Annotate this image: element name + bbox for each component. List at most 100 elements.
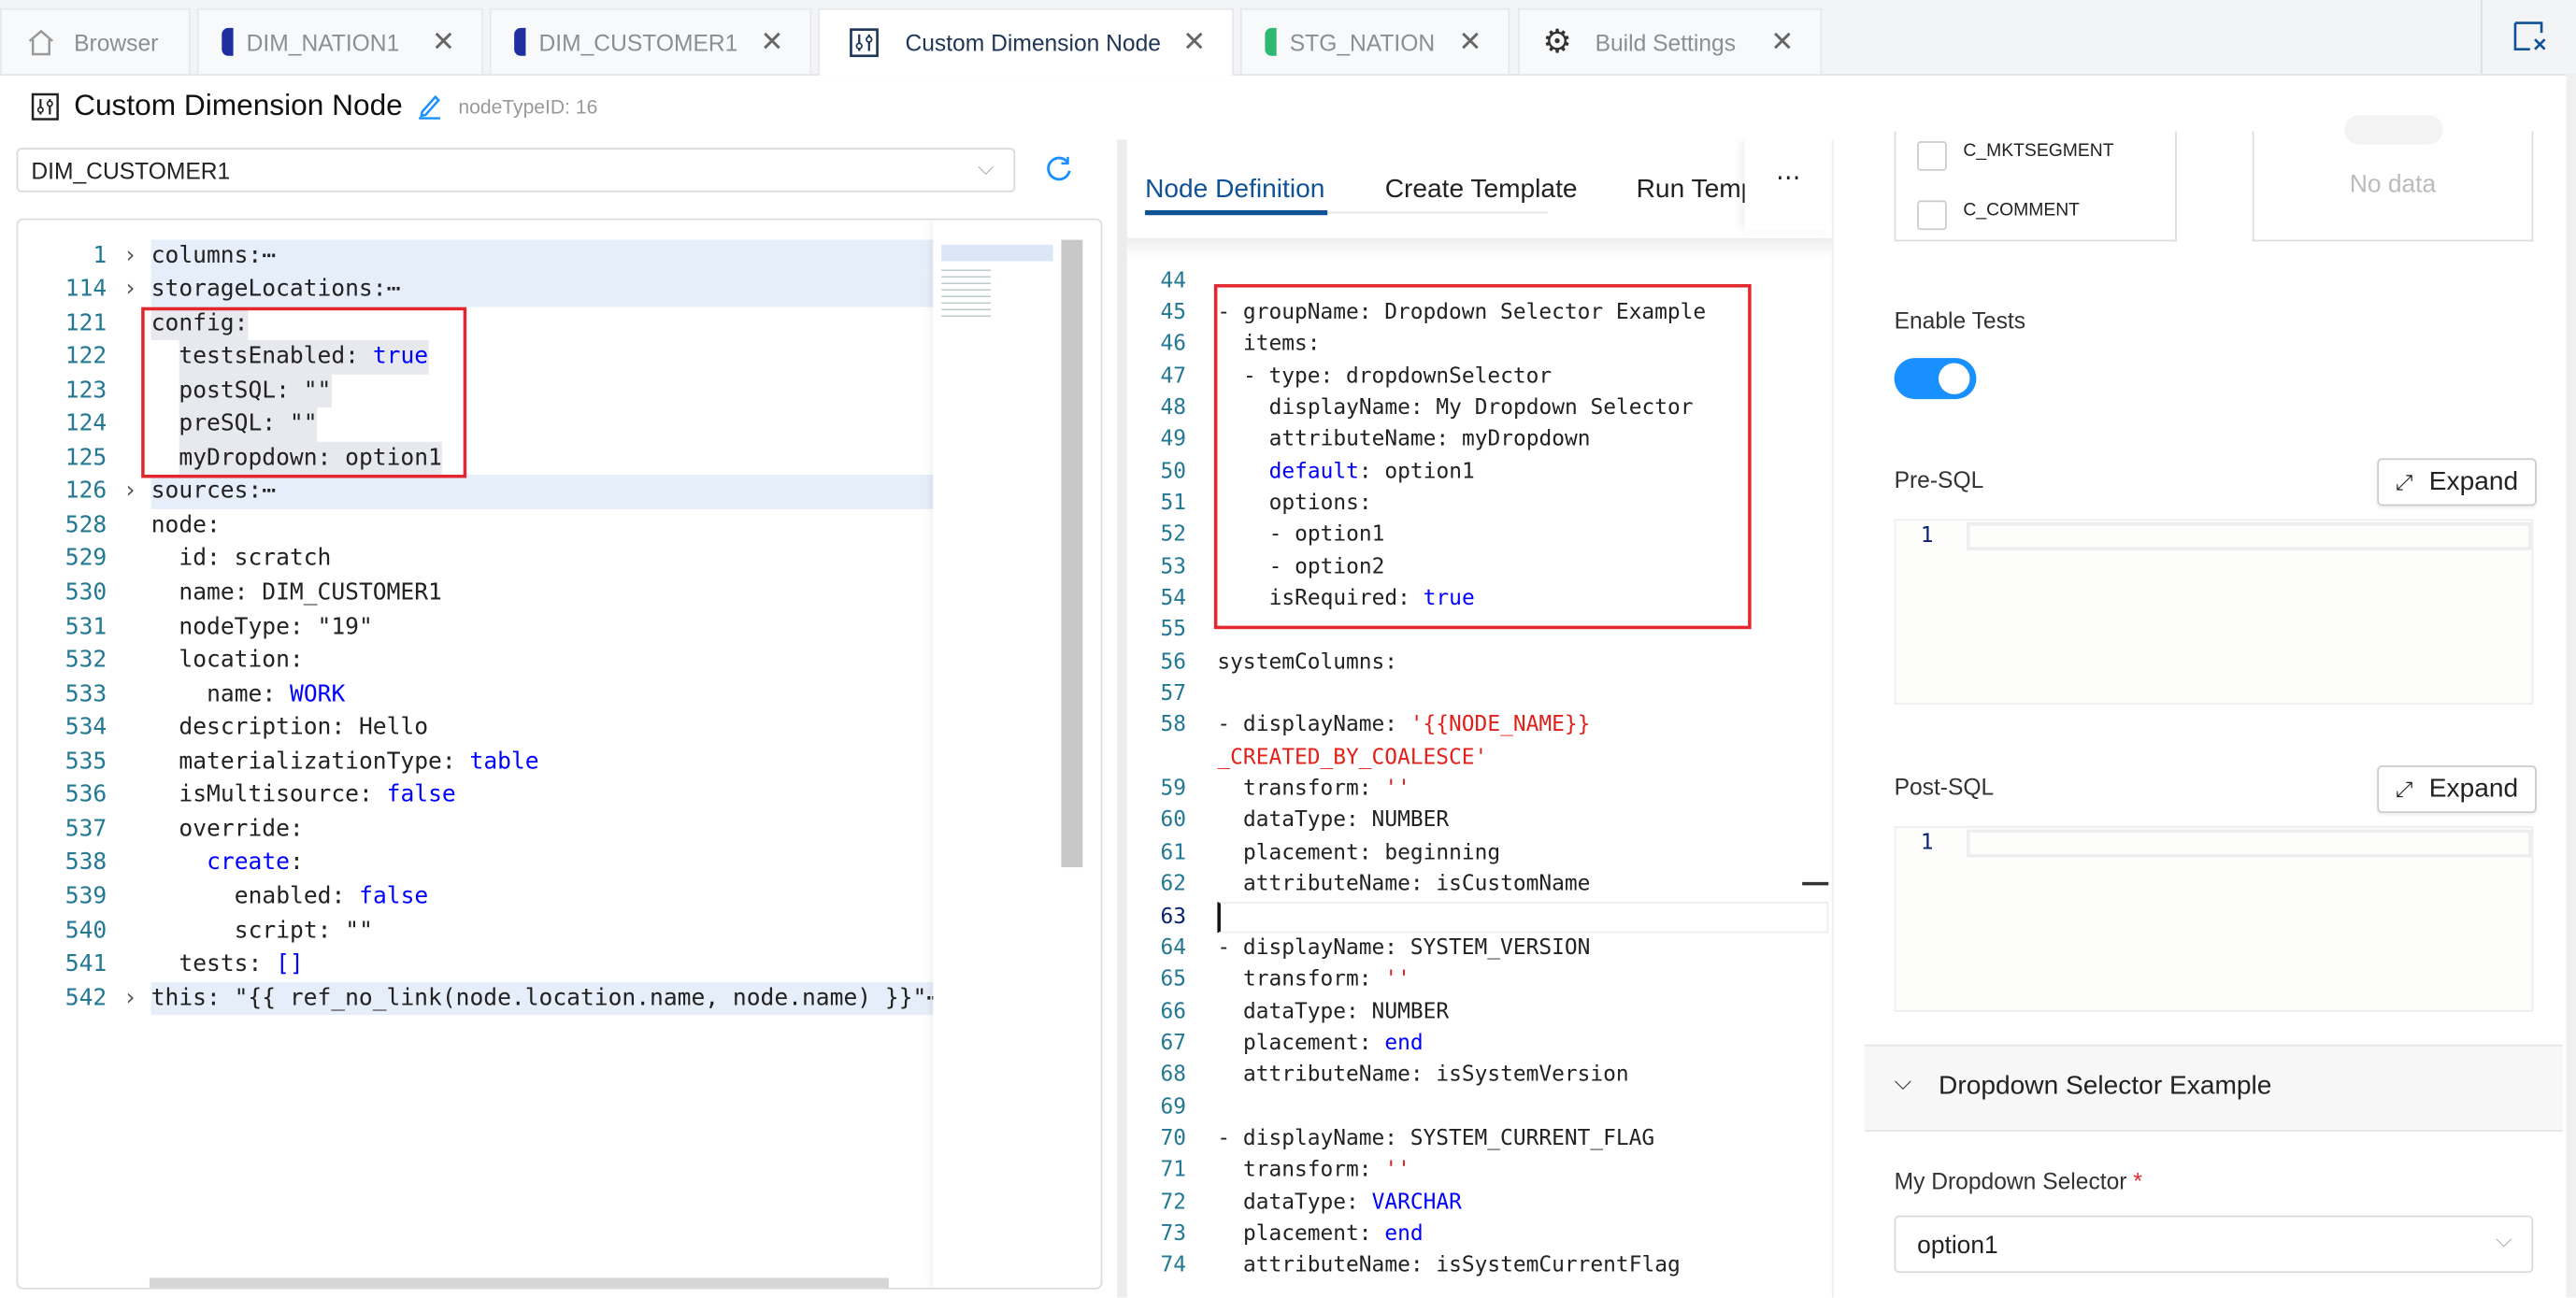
node-select[interactable]: DIM_CUSTOMER1 ⌵ [16,148,1016,193]
code-token: dataType: NUMBER [1242,808,1450,834]
code-line[interactable]: 541 tests: [] [18,948,933,981]
code-line[interactable]: 68 attributeName: isSystemVersion [1127,1060,1832,1091]
code-line[interactable]: 529 id: scratch [18,543,933,577]
edit-pencil-icon[interactable] [416,92,444,120]
my-dropdown-select[interactable]: option1 ⌵ [1894,1215,2534,1274]
code-token: name: [207,680,291,707]
panel-splitter[interactable] [1117,139,1127,1298]
code-line[interactable]: 72 dataType: VARCHAR [1127,1187,1832,1219]
line-number: 62 [1160,872,1187,897]
minimap[interactable] [933,220,1062,1288]
code-line[interactable]: 65 transform: '' [1127,964,1832,996]
code-line[interactable]: 64 - displayName: SYSTEM_VERSION [1127,933,1832,964]
code-line[interactable]: 542 › this: "{{ ref_no_link(node.location.… [18,981,940,1016]
tab-custom-dimension-node[interactable]: Custom Dimension Node ✕ [818,7,1234,76]
post-sql-label: Post-SQL [1894,773,1995,800]
close-icon[interactable]: ✕ [1182,26,1206,59]
code-line[interactable]: 71 transform: '' [1127,1155,1832,1187]
pre-sql-editor[interactable]: 1 [1894,519,2534,706]
code-token: ⋯ [386,276,401,303]
code-line[interactable]: 57 [1127,678,1832,710]
code-line[interactable]: 533 name: WORK [18,678,933,711]
pre-sql-label: Pre-SQL [1894,466,1984,493]
close-icon[interactable]: ✕ [1458,25,1481,58]
empty-list-box: No data [2252,115,2534,242]
code-line[interactable]: 528 node: [18,509,933,543]
code-token: materializationType: [179,749,470,776]
code-line[interactable]: 535 materializationType: table [18,746,933,779]
checkbox[interactable] [1917,200,1947,231]
close-icon[interactable]: ✕ [760,25,783,58]
code-token: - displayName: SYSTEM_CURRENT_FLAG [1217,1126,1655,1152]
enable-tests-toggle[interactable] [1894,358,1977,400]
code-line[interactable]: 56 systemColumns: [1127,647,1832,678]
code-line[interactable]: 534 description: Hello [18,711,933,745]
code-line[interactable]: 67 placement: end [1127,1028,1832,1060]
code-line[interactable]: 58 - displayName: '{{NODE_NAME}} [1127,710,1832,742]
code-line[interactable]: 114 › storageLocations:⋯ [18,272,934,307]
home-icon [28,28,54,55]
section-title: Dropdown Selector Example [1939,1072,2272,1101]
code-line[interactable]: 531 nodeType: "19" [18,610,933,644]
post-sql-editor[interactable]: 1 [1894,826,2534,1012]
code-line[interactable]: 60 dataType: NUMBER [1127,806,1832,837]
line-number: 531 [64,613,107,640]
code-token: override: [179,816,304,843]
fold-chevron-icon[interactable]: › [123,273,137,307]
expand-icon: ⤢ [2395,776,2413,801]
code-line[interactable]: 1 › columns:⋯ [18,238,934,273]
code-token: false [359,883,429,910]
code-line[interactable]: 537 override: [18,813,933,847]
expand-label: Expand [2428,774,2519,803]
code-line[interactable]: 532 location: [18,644,933,678]
code-line[interactable]: 70 - displayName: SYSTEM_CURRENT_FLAG [1127,1123,1832,1155]
code-line[interactable]: 74 attributeName: isSystemCurrentFlag [1127,1250,1832,1282]
code-token: : [290,849,304,877]
code-line[interactable]: 73 placement: end [1127,1219,1832,1250]
fold-chevron-icon[interactable]: › [123,981,137,1015]
code-line[interactable]: 62 attributeName: isCustomName [1127,869,1832,901]
tab-build-settings[interactable]: ⚙ Build Settings ✕ [1518,7,1823,75]
tab-label: STG_NATION [1289,28,1436,55]
line-number: 50 [1160,459,1187,484]
code-token: '{{NODE_NAME}} [1410,713,1591,738]
enable-tests-label: Enable Tests [1894,307,2026,334]
code-line[interactable]: 538 create: [18,847,933,880]
refresh-icon[interactable] [1045,154,1075,184]
code-line[interactable]: 540 script: "" [18,914,933,948]
close-panel-icon[interactable] [2512,20,2548,52]
chevron-down-icon: ⌵ [978,154,995,179]
code-line[interactable]: 66 dataType: NUMBER [1127,996,1832,1028]
line-number: 52 [1160,522,1187,548]
code-token: transform: [1242,1158,1385,1184]
section-header-dropdown-selector[interactable]: ⌵ Dropdown Selector Example [1864,1044,2563,1133]
code-line[interactable]: 530 name: DIM_CUSTOMER1 [18,577,933,610]
pre-sql-expand-button[interactable]: ⤢ Expand [2377,458,2537,506]
checkbox[interactable] [1917,141,1947,171]
tab-browser[interactable]: Browser [0,7,191,75]
tab-dim-customer1[interactable]: DIM_CUSTOMER1 ✕ [489,7,812,75]
code-line[interactable]: _CREATED_BY_COALESCE' [1127,742,1832,774]
code-line[interactable]: 59 transform: '' [1127,774,1832,806]
code-line[interactable]: 69 [1127,1091,1832,1123]
code-token: id: scratch [179,546,332,573]
column-checklist: C_MKTSEGMENT C_COMMENT [1894,131,2177,242]
vertical-scrollbar[interactable] [1061,239,1083,868]
close-icon[interactable]: ✕ [432,25,455,58]
fold-chevron-icon[interactable]: › [123,476,137,509]
code-token: attributeName: isSystemCurrentFlag [1242,1253,1681,1279]
fold-chevron-icon[interactable]: › [123,239,137,273]
code-line[interactable]: 126 › sources:⋯ [18,475,934,509]
line-number: 67 [1160,1031,1187,1056]
code-line[interactable]: 539 enabled: false [18,880,933,914]
code-line[interactable]: 61 placement: beginning [1127,837,1832,869]
page-scrollbar[interactable] [2566,74,2576,1298]
code-line[interactable]: 63 [1127,901,1832,934]
tab-stg-nation[interactable]: STG_NATION ✕ [1240,7,1510,75]
code-line[interactable]: 536 isMultisource: false [18,779,933,813]
close-icon[interactable]: ✕ [1770,25,1794,58]
tab-dim-nation1[interactable]: DIM_NATION1 ✕ [196,7,483,75]
horizontal-scrollbar[interactable] [149,1277,889,1288]
node-color-icon [222,27,234,56]
post-sql-expand-button[interactable]: ⤢ Expand [2377,765,2537,814]
